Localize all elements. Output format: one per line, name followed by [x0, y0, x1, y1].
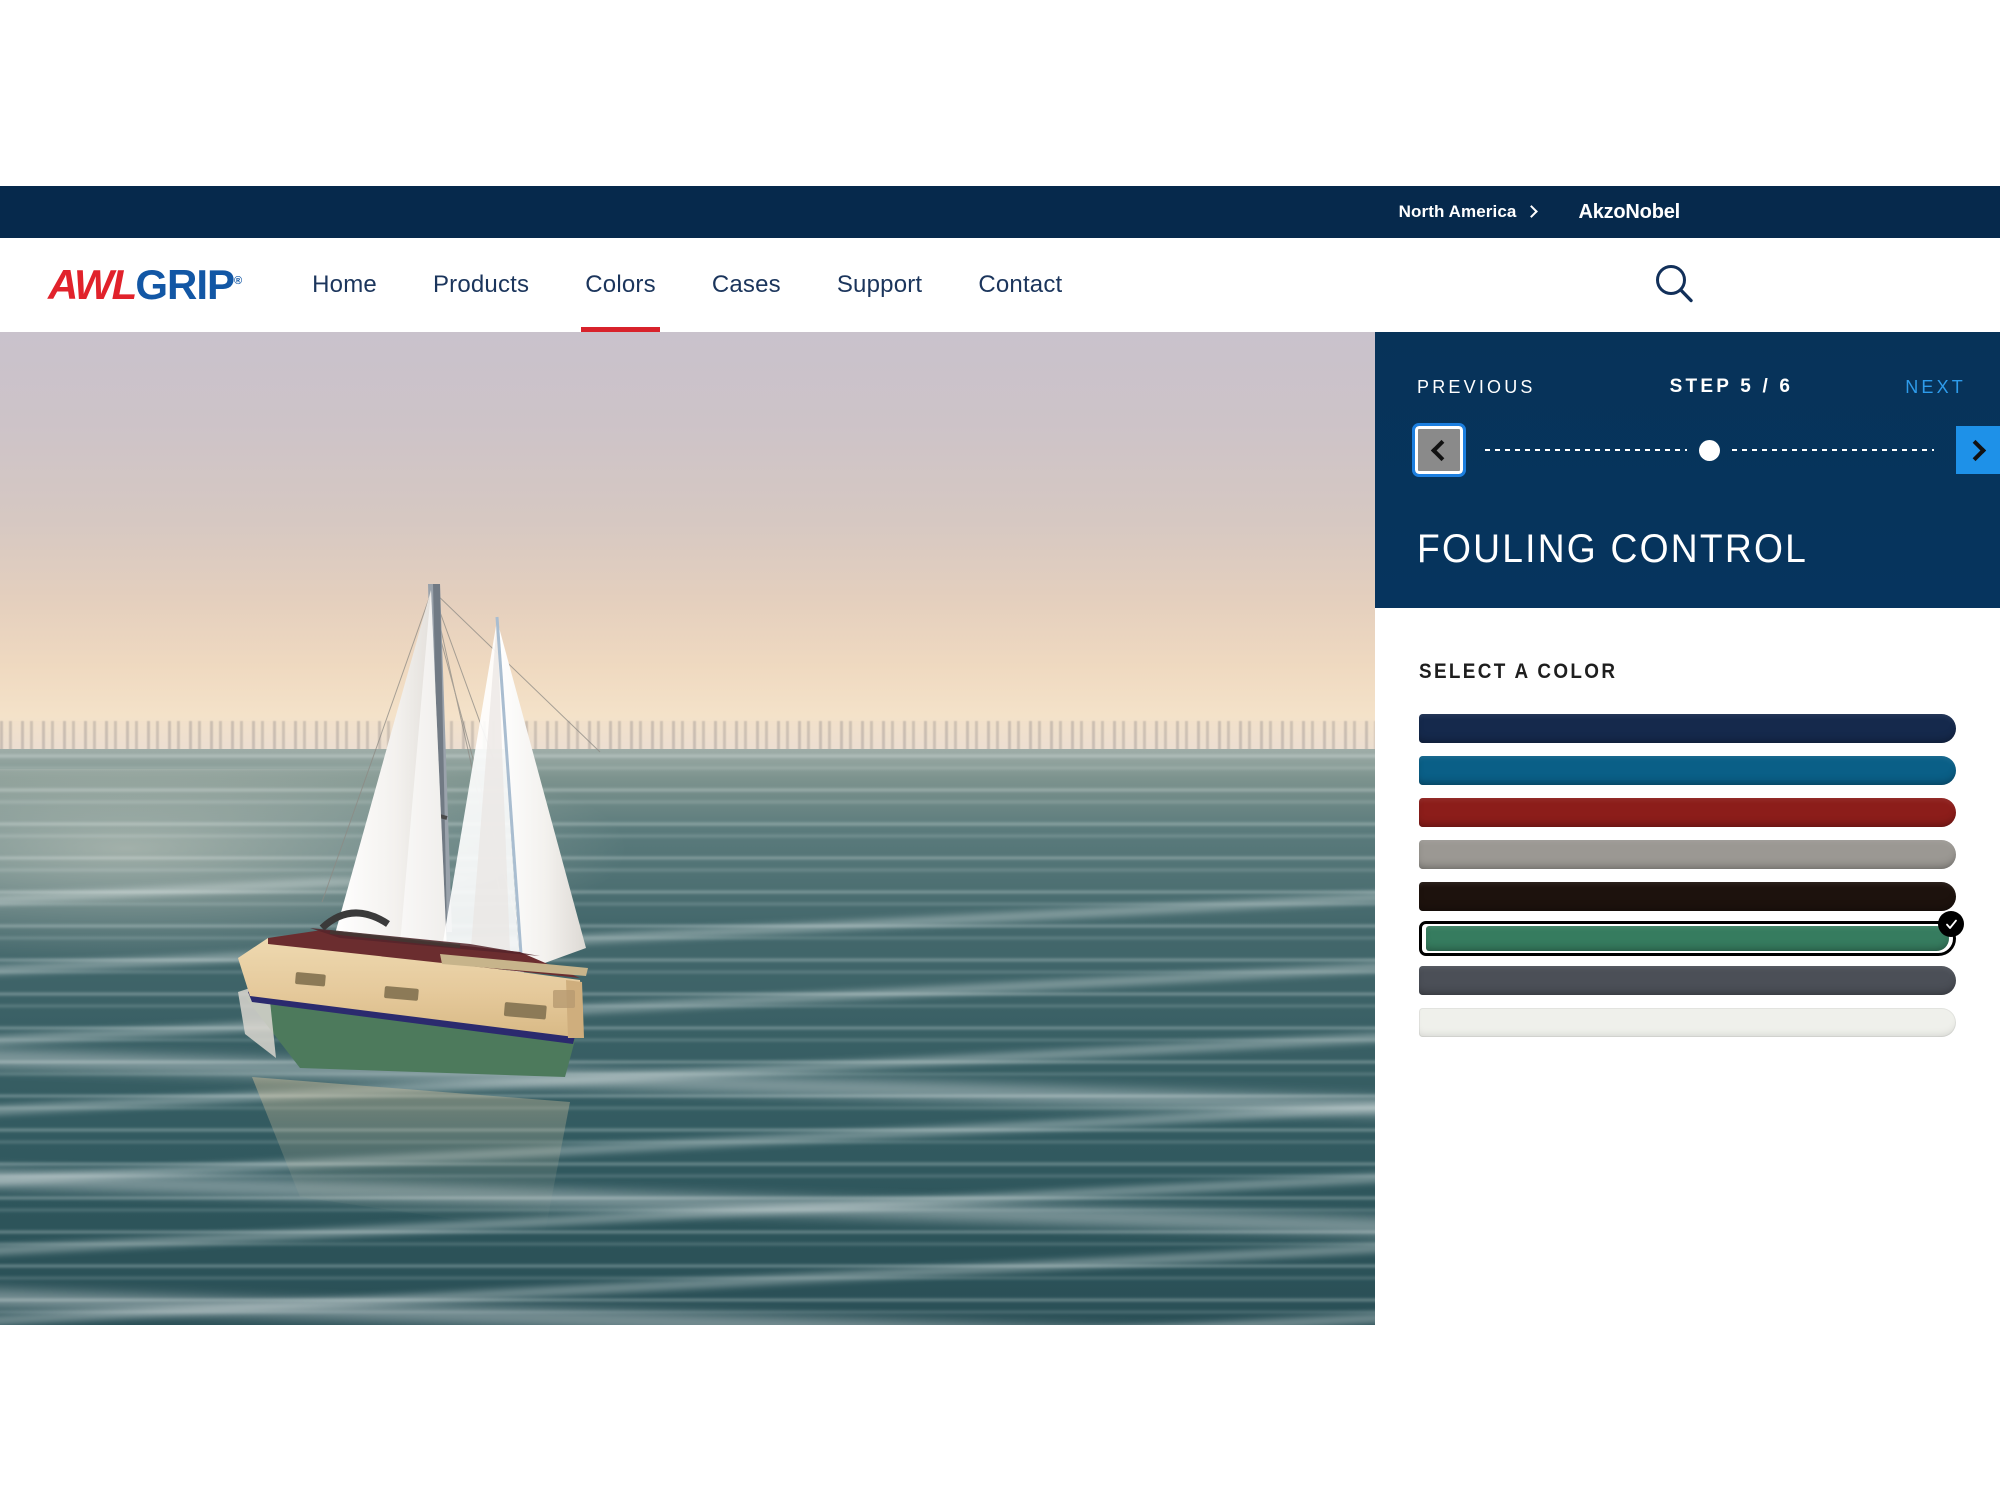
swatch-fill: [1419, 882, 1956, 911]
nav-item-support[interactable]: Support: [833, 238, 926, 332]
site-header: AWLGRIP® Home Products Colors Cases Supp…: [0, 238, 2000, 332]
color-swatch-warm-gray[interactable]: [1419, 840, 1956, 869]
awlgrip-logo[interactable]: AWLGRIP®: [48, 260, 242, 308]
select-a-color-label: SELECT A COLOR: [1419, 660, 1618, 683]
swatch-fill: [1426, 926, 1949, 951]
step-progress-track[interactable]: [1485, 439, 1934, 461]
nav-item-contact[interactable]: Contact: [974, 238, 1066, 332]
panel-title: FOULING CONTROL: [1417, 527, 1809, 571]
check-icon: [1938, 911, 1964, 937]
swatch-fill: [1419, 966, 1956, 995]
logo-awl-text: AWL: [48, 260, 137, 308]
previous-step-button[interactable]: [1412, 423, 1466, 477]
progress-knob[interactable]: [1699, 439, 1720, 461]
color-swatch-slate-gray[interactable]: [1419, 966, 1956, 995]
swatch-fill: [1419, 1008, 1956, 1037]
akzonobel-brand-link[interactable]: AkzoNobel: [1578, 201, 1680, 224]
color-swatch-dark-red[interactable]: [1419, 798, 1956, 827]
configurator-panel: PREVIOUS STEP 5 / 6 NEXT FOULING CONTROL: [1375, 332, 2000, 1500]
sailboat-graphic: [238, 584, 601, 1232]
nav-item-cases[interactable]: Cases: [708, 238, 785, 332]
progress-line-right: [1732, 449, 1934, 451]
utility-topbar: North America AkzoNobel: [0, 186, 2000, 238]
nav-item-colors[interactable]: Colors: [581, 238, 660, 332]
swatch-fill: [1419, 798, 1956, 827]
page-root: North America AkzoNobel AWLGRIP® Home Pr…: [0, 0, 2000, 1500]
color-swatch-list: [1419, 714, 1964, 1037]
swatch-fill: [1419, 840, 1956, 869]
chevron-right-icon: [1964, 439, 1987, 461]
color-swatch-navy[interactable]: [1419, 714, 1956, 743]
logo-grip-text: GRIP: [135, 260, 235, 308]
progress-line-left: [1485, 449, 1687, 451]
main-navigation: Home Products Colors Cases Support Conta…: [308, 238, 1066, 332]
nav-item-products[interactable]: Products: [429, 238, 533, 332]
swatch-fill: [1419, 714, 1956, 743]
color-swatch-off-white[interactable]: [1419, 1008, 1956, 1037]
nav-item-home[interactable]: Home: [308, 238, 381, 332]
chevron-left-icon: [1430, 439, 1453, 461]
topbar-links: North America AkzoNobel: [1398, 201, 1681, 224]
swatch-fill: [1419, 756, 1956, 785]
color-swatch-green[interactable]: [1419, 911, 1964, 956]
step-labels-row: PREVIOUS STEP 5 / 6 NEXT: [1417, 376, 1966, 398]
color-swatch-black-brown[interactable]: [1419, 882, 1956, 911]
next-label[interactable]: NEXT: [1905, 377, 1966, 398]
step-navigation: [1412, 423, 2000, 477]
step-counter-label: STEP 5 / 6: [1669, 376, 1794, 397]
search-icon[interactable]: [1652, 262, 1698, 308]
boat-visualizer-image[interactable]: [0, 332, 1375, 1325]
region-selector[interactable]: North America: [1398, 202, 1539, 222]
panel-header: PREVIOUS STEP 5 / 6 NEXT FOULING CONTROL: [1375, 332, 2000, 608]
previous-label[interactable]: PREVIOUS: [1417, 377, 1536, 398]
next-step-button[interactable]: [1956, 426, 2000, 474]
panel-body: SELECT A COLOR: [1375, 608, 2000, 1037]
logo-registered-mark: ®: [234, 274, 242, 287]
region-label: North America: [1398, 202, 1517, 221]
color-swatch-teal-blue[interactable]: [1419, 756, 1956, 785]
chevron-right-icon: [1525, 205, 1539, 218]
